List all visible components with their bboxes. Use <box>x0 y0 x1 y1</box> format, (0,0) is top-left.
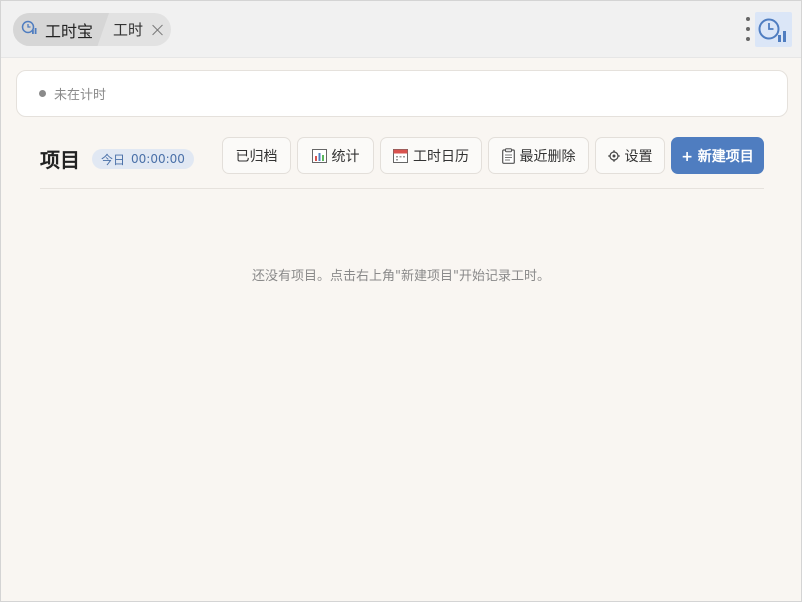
calendar-label: 工时日历 <box>413 148 469 165</box>
kebab-menu-icon[interactable] <box>743 17 753 41</box>
clock-chart-icon[interactable] <box>755 12 792 47</box>
clipboard-icon <box>501 147 515 164</box>
close-icon[interactable] <box>152 24 164 36</box>
recently-deleted-button[interactable]: 最近删除 <box>488 137 589 174</box>
stats-button[interactable]: 统计 <box>297 137 374 174</box>
calendar-icon <box>393 148 408 163</box>
new-project-label: + 新建项目 <box>681 148 754 165</box>
today-label: 今日 <box>101 152 126 167</box>
archived-label: 已归档 <box>235 148 278 165</box>
new-project-button[interactable]: + 新建项目 <box>671 137 764 174</box>
tab-app[interactable]: 工时宝 <box>13 13 109 46</box>
page-title: 项目 <box>40 148 80 172</box>
status-text: 未在计时 <box>54 88 107 103</box>
stats-label: 统计 <box>331 148 360 165</box>
tab-label: 工时 <box>113 21 144 39</box>
clock-chart-icon <box>21 20 39 40</box>
today-time-badge: 今日 00:00:00 <box>92 149 194 169</box>
app-name: 工时宝 <box>45 21 94 41</box>
bar-chart-icon <box>311 148 327 163</box>
archived-button[interactable]: 已归档 <box>222 137 291 174</box>
timer-status-card: 未在计时 <box>16 70 788 117</box>
recently-deleted-label: 最近删除 <box>519 148 576 165</box>
tab-bar: 工时宝 工时 <box>1 1 801 58</box>
gear-icon <box>607 149 620 162</box>
status-dot <box>39 90 46 97</box>
settings-label: 设置 <box>624 148 653 165</box>
header-divider <box>40 188 764 189</box>
empty-state-message: 还没有项目。点击右上角"新建项目"开始记录工时。 <box>252 269 550 284</box>
settings-button[interactable]: 设置 <box>595 137 665 174</box>
app-window: 工时宝 工时 未在计时 项目 今日 00:00:00 已归档 统计 工时日历 最… <box>0 0 802 602</box>
today-time: 00:00:00 <box>131 152 185 166</box>
tab-group: 工时宝 工时 <box>13 13 171 46</box>
tab-worktime[interactable]: 工时 <box>113 13 164 46</box>
calendar-button[interactable]: 工时日历 <box>380 137 482 174</box>
